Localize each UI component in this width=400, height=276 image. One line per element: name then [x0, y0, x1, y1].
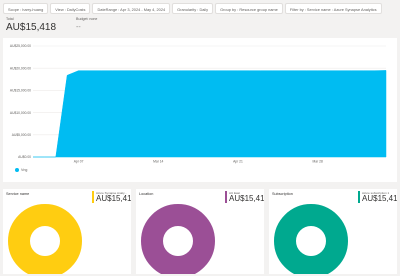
service-name-donut[interactable]	[3, 189, 131, 274]
x-tick-label: Apr 21	[233, 160, 243, 164]
x-tick-label: Apr 07	[74, 160, 84, 164]
group-by-filter[interactable]: Group by : Resource group name	[215, 3, 283, 14]
filter-bar: Scope : harry-huang View : DailyCosts Da…	[3, 3, 397, 16]
subscription-donut-card: Subscription Azure subscription 1 AU$15,…	[269, 189, 397, 274]
cost-area-chart-card: AU$0.00 AU$5,000.00 AU$10,000.00 AU$15,000.…	[3, 38, 397, 182]
scope-filter[interactable]: Scope : harry-huang	[3, 3, 49, 14]
y-tick-label: AU$25,000.00	[10, 44, 31, 48]
series-area[interactable]	[33, 70, 387, 158]
subscription-donut[interactable]	[269, 189, 397, 274]
kpi-row: Total AU$15,418 Budget: none --	[6, 17, 117, 34]
granularity-filter[interactable]: Granularity : Daily	[172, 3, 214, 14]
legend-label: Vng	[21, 168, 28, 172]
x-tick-label: Mar 14	[153, 160, 163, 164]
x-tick-label: Mar 28	[313, 160, 323, 164]
budget-kpi: Budget: none --	[76, 17, 97, 34]
location-donut[interactable]	[136, 189, 264, 274]
total-kpi-value: AU$15,418	[6, 22, 57, 33]
total-kpi: Total AU$15,418	[6, 17, 56, 34]
location-donut-card: Location AU East AU$15,418	[136, 189, 264, 274]
donut-slice[interactable]	[141, 204, 215, 274]
y-tick-label: AU$20,000.00	[10, 66, 31, 70]
service-name-filter[interactable]: Filter by : Service name : Azure Synapse…	[284, 3, 382, 14]
donut-slice[interactable]	[8, 204, 82, 274]
y-tick-label: AU$5,000.00	[12, 133, 31, 137]
date-range-filter[interactable]: DateRange : Apr 3, 2024 - May 4, 2024	[92, 3, 171, 14]
budget-kpi-value: --	[76, 24, 81, 31]
service-name-donut-card: Service name Azure Synapse Analy... AU$1…	[3, 189, 131, 274]
chart-legend[interactable]: Vng	[15, 168, 27, 172]
y-tick-label: AU$10,000.00	[10, 111, 31, 115]
cost-area-chart[interactable]: AU$0.00 AU$5,000.00 AU$10,000.00 AU$15,000.…	[3, 38, 397, 182]
donut-slice[interactable]	[274, 204, 348, 274]
y-tick-label: AU$0.00	[18, 155, 31, 159]
y-tick-label: AU$15,000.00	[10, 89, 31, 93]
legend-swatch	[15, 168, 19, 172]
view-filter[interactable]: View : DailyCosts	[50, 3, 91, 14]
